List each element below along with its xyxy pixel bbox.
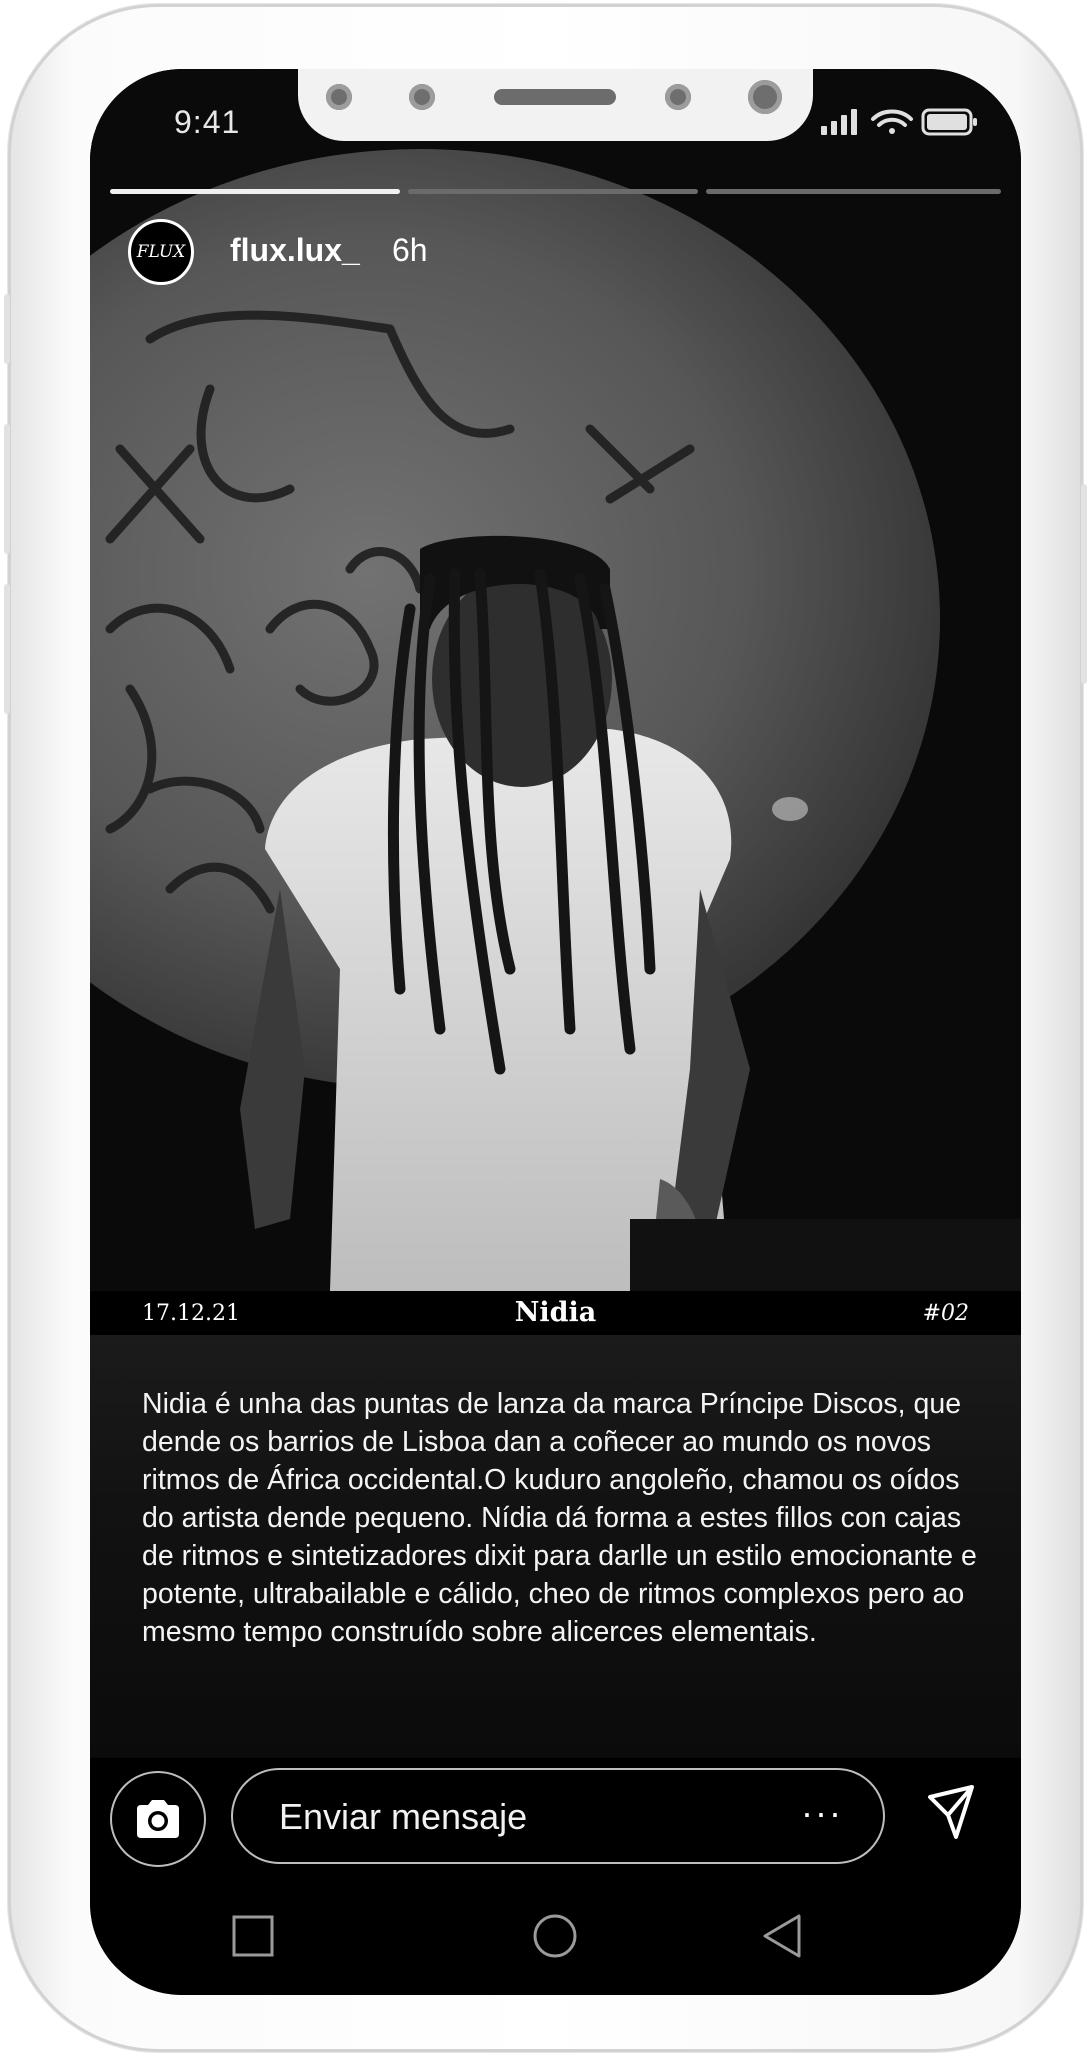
recents-icon — [232, 1915, 274, 1957]
battery-icon — [921, 108, 977, 136]
status-time: 9:41 — [174, 104, 241, 140]
phone-notch — [298, 69, 813, 141]
side-button — [1081, 484, 1087, 684]
side-button — [4, 294, 10, 364]
camera-button[interactable] — [110, 1771, 206, 1867]
sensor-dot — [409, 84, 435, 110]
back-icon — [763, 1914, 801, 1958]
story-info-bar: 17.12.21 Nidia #02 — [90, 1291, 1021, 1335]
more-icon[interactable]: ··· — [801, 1792, 843, 1834]
home-icon — [533, 1914, 577, 1958]
message-input[interactable] — [277, 1788, 731, 1846]
status-icons — [821, 107, 981, 142]
side-button — [4, 584, 10, 714]
nav-home-button[interactable] — [524, 1905, 586, 1967]
phone-frame: 9:41 FLUX flux.lux_ 6h 17.12.21 Nidia #0… — [4, 4, 1087, 2052]
side-button — [4, 424, 10, 554]
story-age: 6h — [392, 232, 428, 268]
artist-name: Nidia — [514, 1297, 597, 1328]
story-caption: Nidia é unha das puntas de lanza da marc… — [142, 1388, 977, 1648]
send-icon — [928, 1785, 974, 1839]
story-progress-1 — [110, 189, 400, 194]
story-username[interactable]: flux.lux_ — [230, 232, 360, 269]
signal-icon — [821, 109, 857, 135]
event-number: #02 — [922, 1301, 969, 1326]
speaker-grille — [494, 89, 616, 105]
camera-lens — [748, 80, 782, 114]
message-field[interactable]: ··· — [231, 1768, 885, 1864]
profile-avatar[interactable]: FLUX — [128, 219, 194, 285]
camera-icon — [137, 1800, 179, 1838]
story-progress-2 — [408, 189, 698, 194]
sensor-dot — [665, 84, 691, 110]
story-screen[interactable]: 9:41 FLUX flux.lux_ 6h 17.12.21 Nidia #0… — [90, 69, 1021, 1995]
send-button[interactable] — [910, 1775, 990, 1855]
sensor-dot — [326, 84, 352, 110]
wifi-icon — [871, 109, 913, 134]
story-progress-3 — [706, 189, 1001, 194]
nav-recents-button[interactable] — [222, 1905, 284, 1967]
story-progress-fill — [110, 189, 400, 194]
nav-back-button[interactable] — [752, 1905, 814, 1967]
